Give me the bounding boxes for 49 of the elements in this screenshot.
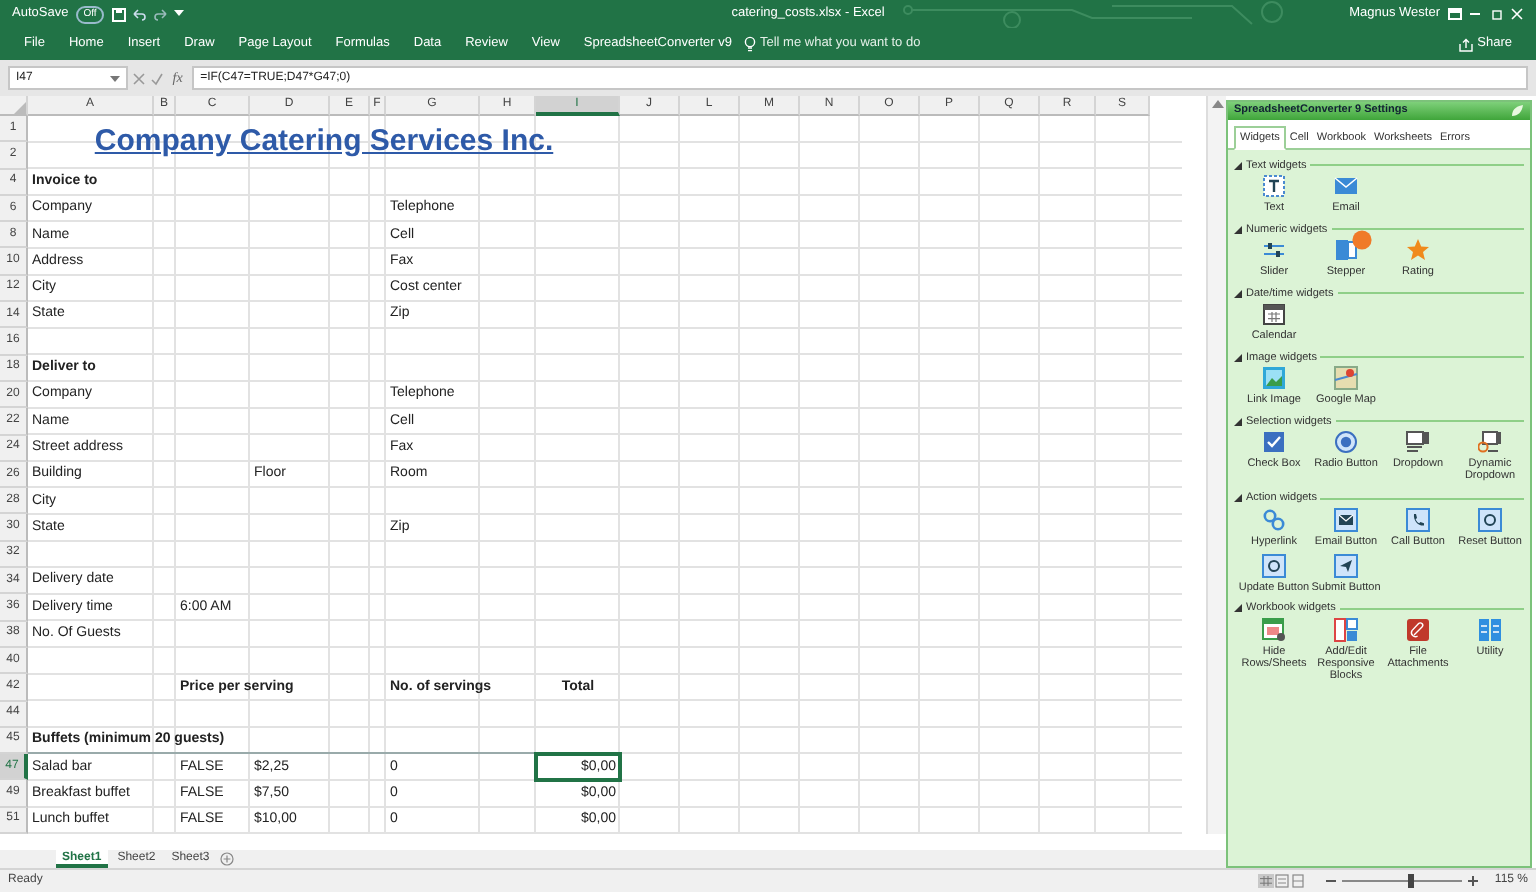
image-icon: [1262, 366, 1286, 391]
collapse-arrow-icon[interactable]: [1234, 225, 1242, 234]
radio-button-icon: [1334, 430, 1358, 455]
stepper-icon: [1334, 238, 1358, 263]
collapse-arrow-icon[interactable]: [1234, 494, 1242, 503]
scroll-up-icon[interactable]: [1212, 100, 1224, 109]
customize-caret-icon[interactable]: [174, 10, 185, 18]
collapse-arrow-icon[interactable]: [1234, 289, 1242, 298]
zoom-in-icon[interactable]: [1468, 876, 1479, 886]
undo-icon[interactable]: [132, 7, 147, 21]
collapse-arrow-icon[interactable]: [1234, 353, 1242, 362]
check-icon[interactable]: [149, 71, 163, 85]
text-field-icon: [1262, 174, 1286, 199]
redo-icon[interactable]: [153, 7, 168, 21]
close-icon[interactable]: [1510, 8, 1524, 20]
sheet-title[interactable]: Company Catering Services Inc.: [94, 120, 554, 166]
vertical-scrollbar[interactable]: [1206, 96, 1226, 834]
envelope-icon: [1334, 507, 1358, 532]
normal-view-icon[interactable]: [1258, 874, 1275, 888]
collapse-arrow-icon[interactable]: [1234, 417, 1242, 426]
blocks-icon: [1334, 617, 1358, 642]
map-icon: [1334, 366, 1358, 391]
checkbox-icon: [1262, 430, 1286, 455]
corner-triangle-icon: [14, 102, 26, 114]
chain-link-icon: [1262, 507, 1286, 532]
phone-icon: [1406, 507, 1430, 532]
lightbulb-icon: [743, 36, 756, 52]
envelope-icon: [1334, 174, 1358, 199]
calendar-icon: [1262, 302, 1286, 327]
minimize-icon[interactable]: [1468, 8, 1482, 20]
table-icon: [1262, 617, 1286, 642]
ribbon-display-icon[interactable]: [1447, 8, 1461, 20]
dropdown-caret-icon: [110, 75, 120, 81]
dropdown-icon: [1406, 430, 1430, 455]
collapse-arrow-icon[interactable]: [1234, 604, 1242, 613]
paperclip-icon: [1406, 617, 1430, 642]
tiles-icon: [1478, 617, 1502, 642]
paper-plane-icon: [1334, 553, 1358, 578]
collapse-arrow-icon[interactable]: [1234, 161, 1242, 170]
star-icon: [1406, 238, 1430, 263]
slider-icon: [1262, 238, 1286, 263]
refresh-icon: [1478, 507, 1502, 532]
zoom-out-icon[interactable]: [1326, 876, 1337, 886]
refresh-icon: [1262, 553, 1286, 578]
save-icon[interactable]: [111, 7, 126, 21]
restore-icon[interactable]: [1489, 8, 1503, 20]
add-sheet-icon[interactable]: [219, 852, 234, 866]
share-icon[interactable]: [1457, 37, 1474, 51]
dropdown-icon: [1478, 430, 1502, 455]
